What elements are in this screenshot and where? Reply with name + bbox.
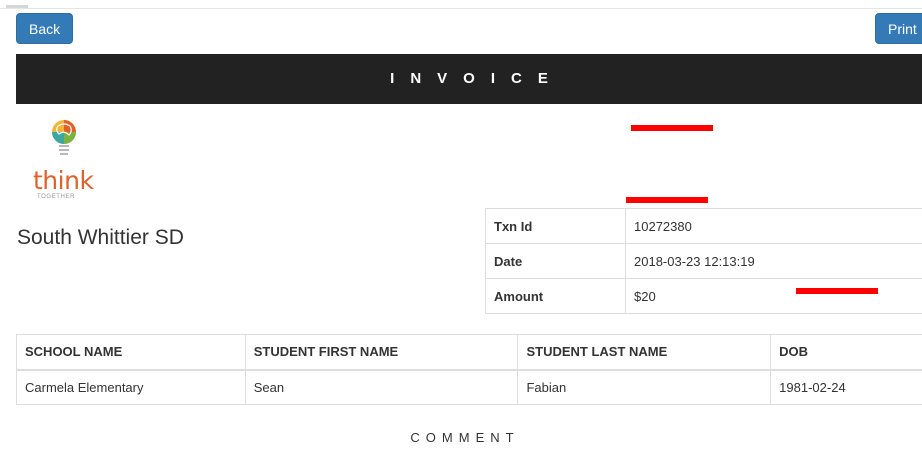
redaction-bar xyxy=(626,197,708,203)
header-dob: DOB xyxy=(770,334,922,371)
school-name-cell: Carmela Elementary xyxy=(16,369,246,405)
table-row: Carmela Elementary Sean Fabian 1981-02-2… xyxy=(16,369,922,405)
table-header-row: SCHOOL NAME STUDENT FIRST NAME STUDENT L… xyxy=(16,334,922,371)
date-value: 2018-03-23 12:13:19 xyxy=(625,243,922,279)
invoice-banner: INVOICE xyxy=(16,54,922,104)
back-button[interactable]: Back xyxy=(16,13,74,44)
txn-id-label: Txn Id xyxy=(485,208,626,244)
table-row: Txn Id 10272380 xyxy=(485,208,922,244)
transaction-table: Txn Id 10272380 Date 2018-03-23 12:13:19… xyxy=(485,208,922,314)
first-name-cell: Sean xyxy=(244,369,519,405)
top-border xyxy=(0,0,922,9)
logo-wordmark: think xyxy=(33,166,94,195)
print-button[interactable]: Print xyxy=(875,13,922,44)
district-name: South Whittier SD xyxy=(17,226,184,249)
txn-id-value: 10272380 xyxy=(625,208,922,244)
date-label: Date xyxy=(485,243,626,279)
think-together-logo: think TOGETHER xyxy=(33,118,95,202)
lightbulb-icon xyxy=(52,120,76,155)
comment-heading: COMMENT xyxy=(410,430,520,445)
student-table: SCHOOL NAME STUDENT FIRST NAME STUDENT L… xyxy=(16,334,922,405)
scroll-tab xyxy=(6,5,28,8)
header-student-first-name: STUDENT FIRST NAME xyxy=(244,334,519,371)
logo-tagline: TOGETHER xyxy=(37,194,76,200)
amount-label: Amount xyxy=(485,278,626,314)
redaction-bar xyxy=(631,125,713,131)
last-name-cell: Fabian xyxy=(517,369,772,405)
header-student-last-name: STUDENT LAST NAME xyxy=(517,334,772,371)
dob-cell: 1981-02-24 xyxy=(770,369,922,405)
table-row: Date 2018-03-23 12:13:19 xyxy=(485,243,922,279)
amount-value: $20 xyxy=(625,278,922,314)
header-school-name: SCHOOL NAME xyxy=(16,334,246,371)
table-row: Amount $20 xyxy=(485,278,922,314)
